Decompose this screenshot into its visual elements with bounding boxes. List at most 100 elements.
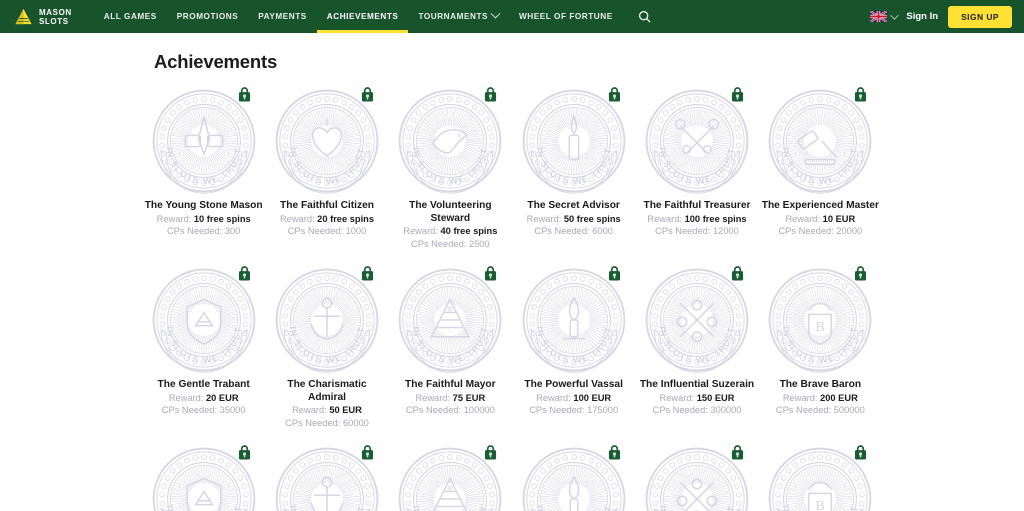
achievement-reward: Reward: 50 free spins bbox=[527, 213, 621, 226]
cps-value: 6000 bbox=[592, 226, 613, 236]
achievement-card[interactable]: IN SLOTS WE TRUST bbox=[389, 443, 512, 511]
chevron-down-icon bbox=[890, 10, 900, 20]
lock-icon bbox=[238, 266, 250, 281]
search-button[interactable] bbox=[635, 7, 655, 27]
achievement-card[interactable]: IN SLOTS WE TRUST The Young Stone Mason Re… bbox=[142, 85, 265, 250]
achievement-card[interactable]: IN SLOTS WE TRUST The Faithful Citizen Rew… bbox=[265, 85, 388, 250]
lock-icon bbox=[485, 445, 497, 460]
reward-value: 10 EUR bbox=[822, 213, 856, 224]
lock-icon bbox=[608, 445, 620, 460]
achievement-card[interactable]: IN SLOTS WE TRUST bbox=[512, 443, 635, 511]
achievement-card[interactable]: IN SLOTS WE TRUST The Faithful Mayor Rewar… bbox=[389, 264, 512, 429]
reward-label: Reward: bbox=[292, 405, 327, 415]
achievement-name: The Young Stone Mason bbox=[144, 200, 263, 211]
achievement-reward: Reward: 150 EUR bbox=[660, 392, 735, 405]
logo[interactable]: MASON SLOTS bbox=[14, 7, 72, 26]
reward-label: Reward: bbox=[415, 392, 451, 403]
achievement-reward: Reward: 100 EUR bbox=[536, 392, 611, 405]
nav-label: PROMOTIONS bbox=[176, 12, 239, 21]
achievement-cps: CPs Needed: 1000 bbox=[288, 225, 367, 238]
lock-icon bbox=[361, 87, 374, 102]
achievement-medal: BIN SLOTS WE TRUST bbox=[761, 443, 879, 511]
language-selector[interactable] bbox=[870, 10, 900, 22]
lock-icon bbox=[485, 266, 497, 281]
achievement-medal: IN SLOTS WE TRUST bbox=[268, 264, 386, 376]
achievement-cps: CPs Needed: 2500 bbox=[411, 238, 490, 251]
reward-value: 100 EUR bbox=[573, 392, 612, 403]
nav-item-tournaments[interactable]: TOURNAMENTS bbox=[408, 0, 509, 33]
achievement-card[interactable]: IN SLOTS WE TRUST The Volunteering Stewar… bbox=[389, 85, 512, 250]
achievement-medal: IN SLOTS WE TRUST bbox=[391, 85, 509, 197]
achievement-name: The Experienced Master bbox=[761, 200, 879, 211]
cps-label: CPs Needed: bbox=[287, 226, 343, 236]
achievement-card[interactable]: IN SLOTS WE TRUST The Experienced Master R… bbox=[759, 85, 882, 250]
achievement-reward: Reward: 200 EUR bbox=[783, 392, 858, 405]
achievement-name: The Powerful Vassal bbox=[524, 379, 623, 390]
reward-label: Reward: bbox=[782, 392, 818, 403]
achievement-medal: IN SLOTS WE TRUST bbox=[391, 264, 509, 376]
cps-value: 175000 bbox=[587, 405, 619, 415]
achievement-card[interactable]: IN SLOTS WE TRUST The Gentle Trabant Rewar… bbox=[142, 264, 265, 429]
achievement-cps: CPs Needed: 100000 bbox=[406, 404, 495, 417]
achievement-card[interactable]: IN SLOTS WE TRUST The Influential Suzerai… bbox=[635, 264, 758, 429]
achievement-medal: IN SLOTS WE TRUST bbox=[638, 85, 756, 197]
nav-item-wheel-of-fortune[interactable]: WHEEL OF FORTUNE bbox=[509, 0, 623, 33]
main-nav: ALL GAMES PROMOTIONS PAYMENTS ACHIEVEMEN… bbox=[94, 0, 655, 33]
achievement-card[interactable]: IN SLOTS WE TRUST The Powerful Vassal Rewa… bbox=[512, 264, 635, 429]
reward-label: Reward: bbox=[168, 392, 204, 403]
svg-text:IN SLOTS WE TRUST: IN SLOTS WE TRUST bbox=[164, 505, 243, 511]
search-icon bbox=[639, 11, 651, 23]
nav-item-payments[interactable]: PAYMENTS bbox=[248, 0, 317, 33]
reward-value: 40 free spins bbox=[440, 226, 498, 236]
svg-text:B: B bbox=[816, 499, 825, 511]
achievement-card[interactable]: BIN SLOTS WE TRUST bbox=[759, 443, 882, 511]
achievement-name: The Volunteering Steward bbox=[409, 200, 492, 224]
reward-label: Reward: bbox=[659, 392, 695, 403]
lock-icon bbox=[855, 266, 867, 281]
achievement-card[interactable]: IN SLOTS WE TRUST bbox=[265, 443, 388, 511]
achievement-card[interactable]: IN SLOTS WE TRUST The Secret Advisor Rewar… bbox=[512, 85, 635, 250]
cps-label: CPs Needed: bbox=[405, 405, 462, 415]
cps-label: CPs Needed: bbox=[778, 226, 834, 236]
achievement-reward: Reward: 20 free spins bbox=[280, 213, 374, 226]
achievement-cps: CPs Needed: 175000 bbox=[529, 404, 618, 417]
reward-value: 50 EUR bbox=[329, 405, 362, 415]
achievement-medal: IN SLOTS WE TRUST bbox=[268, 85, 386, 197]
cps-value: 300000 bbox=[710, 405, 742, 415]
lock-icon bbox=[485, 87, 497, 102]
page-title: Achievements bbox=[154, 51, 278, 72]
achievement-medal: IN SLOTS WE TRUST bbox=[761, 85, 879, 197]
reward-value: 100 free spins bbox=[684, 213, 747, 224]
achievement-medal: IN SLOTS WE TRUST bbox=[145, 85, 263, 197]
nav-item-achievements[interactable]: ACHIEVEMENTS bbox=[316, 0, 409, 33]
achievement-card[interactable]: IN SLOTS WE TRUST The Charismatic Admiral… bbox=[265, 264, 388, 429]
cps-label: CPs Needed: bbox=[529, 405, 585, 415]
achievement-cps: CPs Needed: 300 bbox=[167, 225, 240, 238]
achievement-medal: IN SLOTS WE TRUST bbox=[268, 443, 386, 511]
achievement-name: The Secret Advisor bbox=[527, 200, 620, 211]
nav-item-all-games[interactable]: ALL GAMES bbox=[94, 0, 167, 33]
achievement-cps: CPs Needed: 500000 bbox=[776, 404, 865, 417]
reward-value: 50 free spins bbox=[563, 213, 621, 224]
achievement-card[interactable]: IN SLOTS WE TRUST bbox=[142, 443, 265, 511]
achievement-cps: CPs Needed: 300000 bbox=[653, 404, 742, 417]
nav-item-promotions[interactable]: PROMOTIONS bbox=[167, 0, 248, 33]
lock-icon bbox=[608, 87, 620, 102]
achievement-reward: Reward: 50 EUR bbox=[292, 404, 362, 417]
cps-value: 12000 bbox=[713, 226, 739, 236]
achievement-card[interactable]: IN SLOTS WE TRUST bbox=[635, 443, 758, 511]
sign-up-button[interactable]: SIGN UP bbox=[948, 5, 1012, 28]
achievement-name: The Faithful Treasurer bbox=[643, 200, 751, 211]
achievement-medal: IN SLOTS WE TRUST bbox=[145, 264, 263, 376]
sign-in-link[interactable]: Sign In bbox=[906, 11, 938, 22]
achievements-grid: IN SLOTS WE TRUST The Young Stone Mason Re… bbox=[142, 85, 882, 511]
cps-label: CPs Needed: bbox=[655, 226, 711, 236]
achievement-medal: IN SLOTS WE TRUST bbox=[515, 264, 633, 376]
reward-label: Reward: bbox=[536, 392, 571, 403]
reward-value: 200 EUR bbox=[820, 392, 858, 403]
achievement-card[interactable]: IN SLOTS WE TRUST The Faithful Treasurer R… bbox=[635, 85, 758, 250]
cps-value: 100000 bbox=[463, 405, 495, 415]
svg-text:IN SLOTS WE TRUST: IN SLOTS WE TRUST bbox=[534, 505, 613, 511]
logo-text: MASON SLOTS bbox=[39, 7, 72, 26]
achievement-card[interactable]: B IN SLOTS WE TRUST The Brave Baron Reward:… bbox=[759, 264, 882, 429]
